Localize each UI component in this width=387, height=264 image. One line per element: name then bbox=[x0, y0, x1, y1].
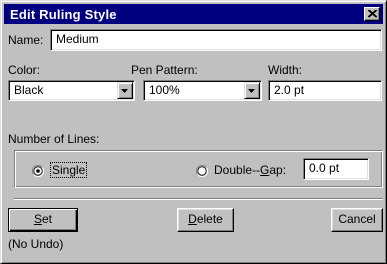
color-label: Color: bbox=[8, 63, 41, 77]
delete-button[interactable]: Delete bbox=[177, 208, 234, 232]
color-dropdown-button[interactable] bbox=[117, 82, 133, 99]
number-of-lines-label: Number of Lines: bbox=[8, 132, 100, 146]
chevron-down-icon bbox=[248, 89, 255, 93]
set-button-mnemonic: S bbox=[33, 212, 42, 226]
width-label: Width: bbox=[268, 63, 303, 77]
delete-button-mnemonic: D bbox=[188, 212, 197, 226]
number-of-lines-group: Single Double--Gap: 0.0 pt bbox=[14, 150, 383, 188]
name-label: Name: bbox=[8, 33, 44, 47]
color-select[interactable]: Black bbox=[8, 80, 135, 101]
single-radio[interactable] bbox=[32, 165, 44, 177]
gap-value: 0.0 pt bbox=[309, 161, 340, 175]
delete-button-label: elete bbox=[196, 212, 223, 226]
color-value: Black bbox=[14, 83, 44, 97]
name-value: Medium bbox=[56, 32, 99, 46]
undo-status: (No Undo) bbox=[8, 237, 64, 251]
close-button[interactable] bbox=[364, 7, 380, 21]
close-icon bbox=[368, 10, 377, 18]
pen-pattern-label: Pen Pattern: bbox=[131, 63, 198, 77]
double-label-prefix: Double-- bbox=[214, 163, 261, 177]
title-bar[interactable]: Edit Ruling Style bbox=[4, 4, 383, 24]
double-label-suffix: ap: bbox=[269, 163, 287, 177]
gap-input[interactable]: 0.0 pt bbox=[303, 158, 369, 180]
name-input[interactable]: Medium bbox=[50, 29, 382, 51]
edit-ruling-style-dialog: Edit Ruling Style Name: Medium Color: Pe… bbox=[0, 0, 387, 264]
double-gap-radio-label[interactable]: Double--Gap: bbox=[214, 163, 286, 177]
set-button-label: et bbox=[42, 212, 53, 226]
pen-pattern-dropdown-button[interactable] bbox=[244, 82, 260, 99]
double-label-mnemonic: G bbox=[260, 163, 270, 177]
chevron-down-icon bbox=[121, 89, 128, 93]
double-radio[interactable] bbox=[196, 165, 208, 177]
single-radio-label[interactable]: Single bbox=[49, 162, 88, 178]
pen-pattern-value: 100% bbox=[149, 83, 180, 97]
button-separator bbox=[14, 198, 383, 200]
set-button[interactable]: Set bbox=[8, 208, 78, 232]
width-input[interactable]: 2.0 pt bbox=[268, 80, 382, 101]
cancel-button[interactable]: Cancel bbox=[331, 208, 383, 232]
width-value: 2.0 pt bbox=[274, 83, 305, 97]
window-title: Edit Ruling Style bbox=[10, 7, 117, 22]
